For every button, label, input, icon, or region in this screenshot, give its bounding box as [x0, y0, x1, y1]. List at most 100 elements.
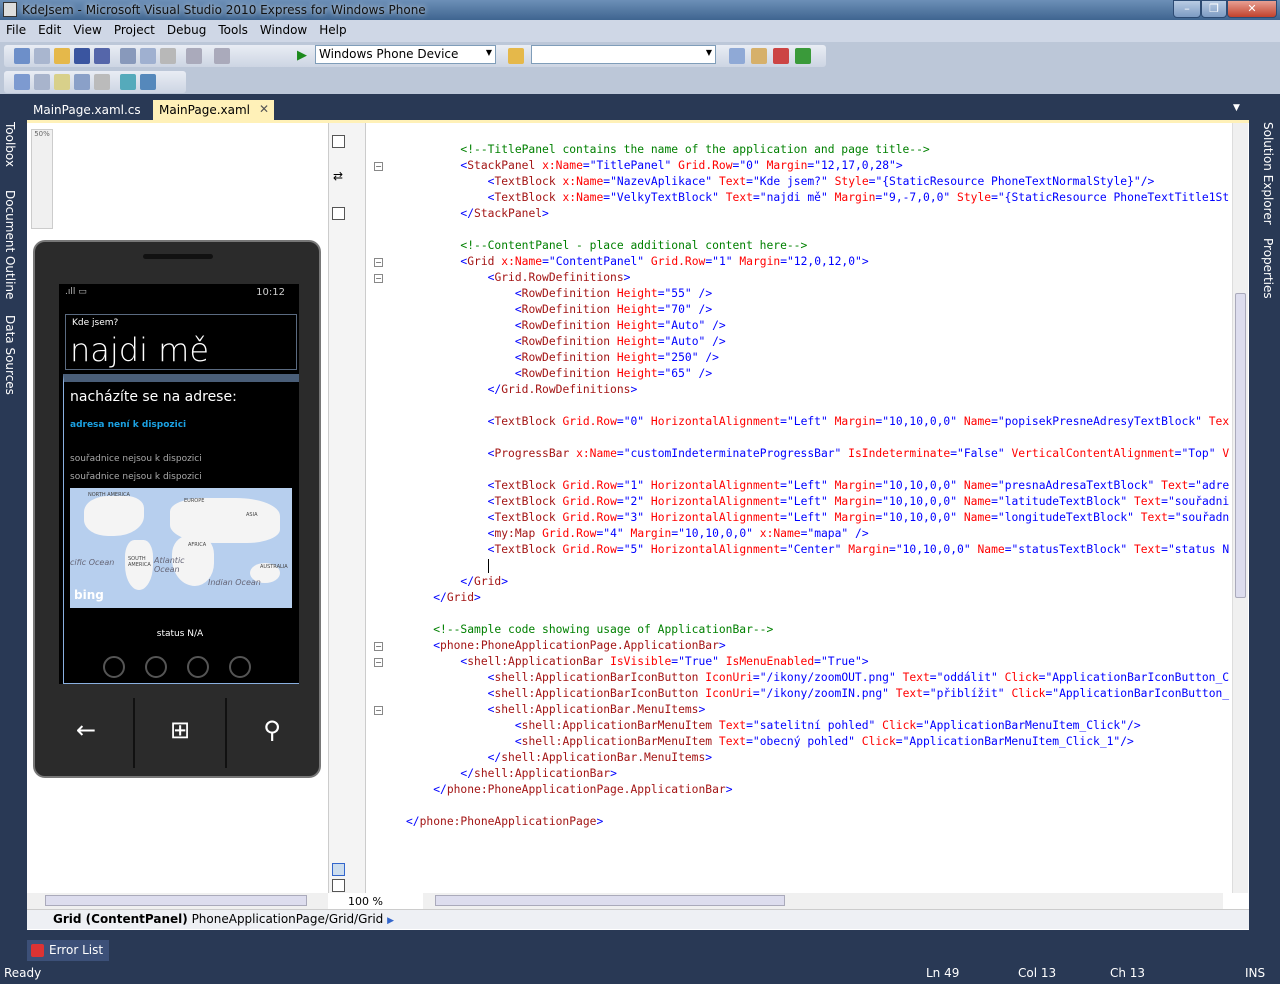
vertical-split-icon[interactable] — [332, 863, 345, 876]
collapse-region-icon[interactable]: − — [374, 258, 383, 267]
menu-view[interactable]: View — [67, 20, 107, 42]
collapse-region-icon[interactable]: − — [374, 162, 383, 171]
scrollbar-thumb[interactable] — [435, 895, 785, 906]
app-bar-icon-button[interactable] — [229, 656, 251, 678]
collapse-region-icon[interactable]: − — [374, 274, 383, 283]
app-bar-icon-button[interactable] — [103, 656, 125, 678]
code-line[interactable]: </phone:PhoneApplicationPage.Application… — [406, 782, 732, 798]
param-info-icon[interactable] — [34, 74, 50, 90]
code-line[interactable]: <TextBlock Grid.Row="3" HorizontalAlignm… — [406, 510, 1230, 526]
solution-explorer-tab[interactable]: Solution Explorer — [1261, 122, 1275, 225]
code-line[interactable]: </phone:PhoneApplicationPage> — [406, 814, 603, 830]
back-arrow-icon[interactable]: ← — [39, 698, 133, 768]
close-button[interactable]: ✕ — [1227, 0, 1277, 18]
scrollbar-thumb[interactable] — [45, 895, 307, 906]
new-project-icon[interactable] — [14, 48, 30, 64]
code-line[interactable]: <shell:ApplicationBar IsVisible="True" I… — [406, 654, 868, 670]
code-line[interactable]: <shell:ApplicationBarMenuItem Text="obec… — [406, 734, 1134, 750]
code-line[interactable]: <Grid x:Name="ContentPanel" Grid.Row="1"… — [406, 254, 868, 270]
horizontal-split-icon[interactable] — [332, 879, 345, 892]
copy-icon[interactable] — [140, 48, 156, 64]
code-line[interactable] — [406, 558, 489, 574]
breadcrumb-element[interactable]: Grid (ContentPanel) — [53, 912, 188, 926]
menu-help[interactable]: Help — [313, 20, 352, 42]
app-bar-icon-button[interactable] — [187, 656, 209, 678]
code-line[interactable]: <TextBlock Grid.Row="2" HorizontalAlignm… — [406, 494, 1230, 510]
code-line[interactable]: <RowDefinition Height="70" /> — [406, 302, 712, 318]
breadcrumb-path[interactable]: PhoneApplicationPage/Grid/Grid — [192, 912, 384, 926]
app-bar-icon-button[interactable] — [145, 656, 167, 678]
code-editor[interactable]: <!--TitlePanel contains the name of the … — [386, 123, 1232, 893]
complete-word-icon[interactable] — [74, 74, 90, 90]
editor-horizontal-scrollbar[interactable] — [423, 893, 1223, 909]
find-combo[interactable]: ▼ — [531, 45, 716, 64]
member-list-icon[interactable] — [14, 74, 30, 90]
code-line[interactable]: <my:Map Grid.Row="4" Margin="10,10,0,0" … — [406, 526, 869, 542]
code-line[interactable]: <!--TitlePanel contains the name of the … — [406, 142, 929, 158]
editor-zoom-select[interactable]: 100 % — [348, 895, 383, 908]
target-device-select[interactable]: Windows Phone Device ▼ — [315, 45, 496, 64]
outdent-icon[interactable] — [94, 74, 110, 90]
scrollbar-thumb[interactable] — [1235, 293, 1246, 598]
close-icon[interactable]: ✕ — [259, 102, 269, 116]
toolbox-tab[interactable]: Toolbox — [3, 122, 17, 167]
code-line[interactable]: <TextBlock Grid.Row="1" HorizontalAlignm… — [406, 478, 1230, 494]
code-line[interactable]: <RowDefinition Height="Auto" /> — [406, 318, 726, 334]
add-item-icon[interactable] — [34, 48, 50, 64]
tab-mainpage-xaml-cs[interactable]: MainPage.xaml.cs — [27, 100, 147, 120]
code-line[interactable]: <shell:ApplicationBarIconButton IconUri=… — [406, 686, 1229, 702]
zoom-slider[interactable]: 50% — [31, 129, 53, 229]
code-line[interactable]: </StackPanel> — [406, 206, 548, 222]
chevron-right-icon[interactable]: ▶ — [387, 916, 394, 926]
code-line[interactable]: <TextBlock x:Name="NazevAplikace" Text="… — [406, 174, 1155, 190]
search-icon[interactable]: ⚲ — [225, 698, 319, 768]
code-line[interactable]: <StackPanel x:Name="TitlePanel" Grid.Row… — [406, 158, 902, 174]
code-line[interactable]: <shell:ApplicationBarMenuItem Text="sate… — [406, 718, 1141, 734]
tools-icon[interactable] — [773, 48, 789, 64]
find-in-files-icon[interactable] — [508, 48, 524, 64]
collapse-pane-icon[interactable] — [332, 135, 345, 148]
code-line[interactable]: <shell:ApplicationBarIconButton IconUri=… — [406, 670, 1229, 686]
error-list-tab[interactable]: Error List — [27, 940, 110, 961]
menu-window[interactable]: Window — [254, 20, 313, 42]
start-debugging-icon[interactable]: ▶ — [297, 48, 307, 63]
code-line[interactable]: <!--ContentPanel - place additional cont… — [406, 238, 807, 254]
menu-project[interactable]: Project — [108, 20, 161, 42]
code-line[interactable]: </Grid.RowDefinitions> — [406, 382, 638, 398]
maximize-button[interactable]: ❐ — [1201, 0, 1227, 18]
code-line[interactable]: <Grid.RowDefinitions> — [406, 270, 631, 286]
horizontal-split-icon[interactable] — [332, 207, 345, 220]
content-panel[interactable]: nacházíte se na adrese: adresa není k di… — [63, 374, 299, 684]
uncomment-icon[interactable] — [140, 74, 156, 90]
menu-tools[interactable]: Tools — [212, 20, 254, 42]
code-line[interactable]: </shell:ApplicationBar.MenuItems> — [406, 750, 712, 766]
map-control[interactable]: NORTH AMERICA EUROPE ASIA AFRICA SOUTH A… — [70, 488, 292, 608]
code-line[interactable]: <RowDefinition Height="65" /> — [406, 366, 712, 382]
save-icon[interactable] — [74, 48, 90, 64]
collapse-region-icon[interactable]: − — [374, 658, 383, 667]
tab-dropdown-icon[interactable]: ▼ — [1233, 103, 1240, 113]
code-line[interactable]: <RowDefinition Height="Auto" /> — [406, 334, 726, 350]
cut-icon[interactable] — [120, 48, 136, 64]
windows-logo-icon[interactable]: ⊞ — [133, 698, 227, 768]
code-line[interactable]: <TextBlock x:Name="VelkyTextBlock" Text=… — [406, 190, 1230, 206]
properties-tab[interactable]: Properties — [1261, 238, 1275, 299]
code-line[interactable]: </Grid> — [406, 574, 508, 590]
data-sources-tab[interactable]: Data Sources — [3, 315, 17, 395]
designer-horizontal-scrollbar[interactable] — [27, 893, 328, 909]
menu-edit[interactable]: Edit — [32, 20, 67, 42]
menu-debug[interactable]: Debug — [161, 20, 212, 42]
vertical-scrollbar[interactable] — [1232, 123, 1248, 893]
collapse-region-icon[interactable]: − — [374, 706, 383, 715]
code-line[interactable]: </shell:ApplicationBar> — [406, 766, 616, 782]
properties-icon[interactable] — [751, 48, 767, 64]
code-line[interactable]: <phone:PhoneApplicationPage.ApplicationB… — [406, 638, 725, 654]
code-line[interactable]: <ProgressBar x:Name="customIndeterminate… — [406, 446, 1230, 462]
collapse-region-icon[interactable]: − — [374, 642, 383, 651]
object-browser-icon[interactable] — [729, 48, 745, 64]
code-line[interactable]: <shell:ApplicationBar.MenuItems> — [406, 702, 706, 718]
document-outline-tab[interactable]: Document Outline — [3, 190, 17, 299]
swap-panes-icon[interactable]: ⇄ — [333, 169, 343, 183]
paste-icon[interactable] — [160, 48, 176, 64]
code-line[interactable]: <RowDefinition Height="55" /> — [406, 286, 712, 302]
